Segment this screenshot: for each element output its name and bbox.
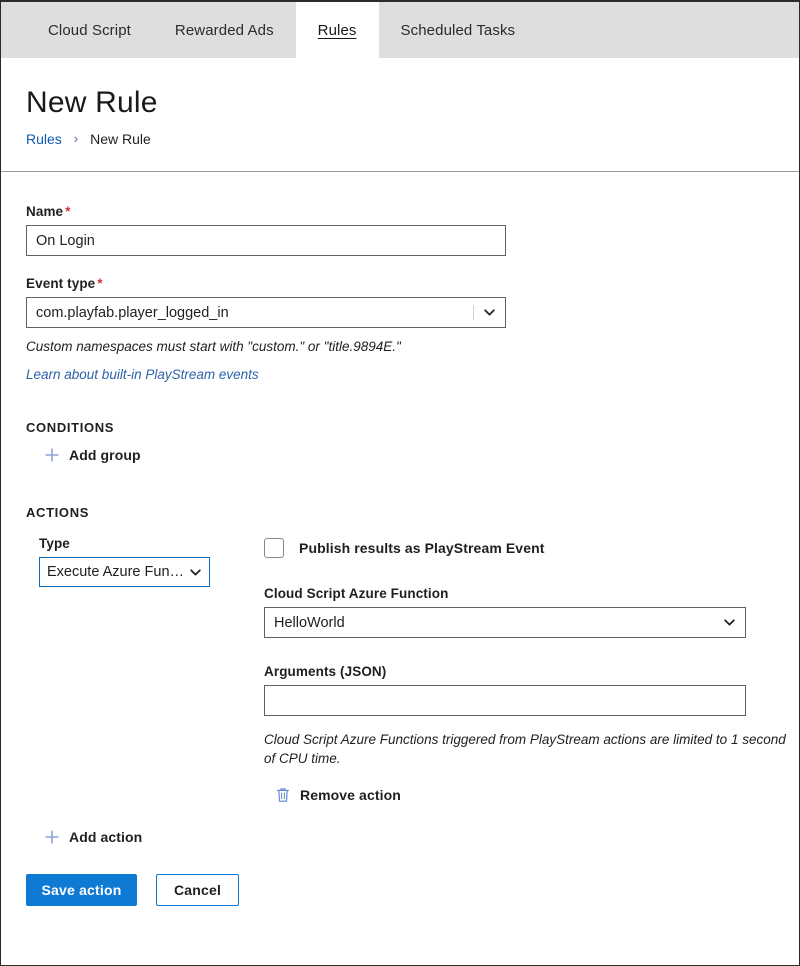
add-group-button[interactable]: Add group [44,447,774,463]
azure-function-select-box[interactable]: HelloWorld [264,607,746,638]
publish-results-checkbox[interactable] [264,538,284,558]
tab-label: Scheduled Tasks [401,22,516,39]
page-root: Cloud Script Rewarded Ads Rules Schedule… [0,0,800,966]
plus-icon [44,447,60,463]
event-type-label-text: Event type [26,276,95,291]
name-label: Name* [26,204,774,219]
tab-label: Rewarded Ads [175,22,274,39]
event-type-select-value: com.playfab.player_logged_in [36,305,473,321]
select-divider [473,305,474,320]
action-type-select-value: Execute Azure Function [47,564,189,580]
trash-icon [276,787,290,803]
tab-scheduled-tasks[interactable]: Scheduled Tasks [379,2,538,58]
publish-results-label: Publish results as PlayStream Event [299,540,545,556]
playstream-events-link[interactable]: Learn about built-in PlayStream events [26,365,259,384]
chevron-down-icon [723,616,736,629]
footer-buttons: Save action Cancel [26,874,774,906]
tab-label: Cloud Script [48,22,131,39]
action-type-label: Type [39,536,239,551]
azure-function-select-value: HelloWorld [274,615,723,631]
breadcrumb-link-rules[interactable]: Rules [26,130,62,148]
actions-heading: ACTIONS [26,505,774,520]
required-asterisk: * [97,276,102,291]
action-type-column: Type Execute Azure Function [26,536,239,588]
tab-cloud-script[interactable]: Cloud Script [26,2,153,58]
chevron-down-icon [483,306,496,319]
name-label-text: Name [26,204,63,219]
save-action-button[interactable]: Save action [26,874,137,906]
remove-action-button[interactable]: Remove action [276,787,794,803]
remove-action-label: Remove action [300,787,401,803]
arguments-input[interactable] [264,685,746,716]
tab-strip: Cloud Script Rewarded Ads Rules Schedule… [1,2,799,58]
breadcrumb-separator-icon: › [74,130,78,148]
event-type-select[interactable]: com.playfab.player_logged_in [26,297,506,328]
name-input[interactable] [26,225,506,256]
tab-rewarded-ads[interactable]: Rewarded Ads [153,2,296,58]
event-type-helper-text: Custom namespaces must start with "custo… [26,337,774,356]
action-block: Type Execute Azure Function Publish resu… [26,536,774,803]
azure-function-select[interactable]: HelloWorld [264,607,746,638]
action-type-select-box[interactable]: Execute Azure Function [39,557,210,587]
add-action-button[interactable]: Add action [44,829,774,845]
page-title: New Rule [26,84,774,122]
form-body: Name* Event type* com.playfab.player_log… [1,172,799,906]
cpu-time-note: Cloud Script Azure Functions triggered f… [264,730,794,768]
action-type-select[interactable]: Execute Azure Function [39,557,210,588]
arguments-label: Arguments (JSON) [264,664,794,679]
add-action-label: Add action [69,829,142,845]
conditions-heading: CONDITIONS [26,420,774,435]
plus-icon [44,829,60,845]
add-group-label: Add group [69,447,141,463]
cancel-button[interactable]: Cancel [156,874,239,906]
azure-function-label: Cloud Script Azure Function [264,586,794,601]
event-type-label: Event type* [26,276,774,291]
action-details-column: Publish results as PlayStream Event Clou… [239,536,794,803]
tab-label: Rules [318,22,357,39]
event-type-select-box[interactable]: com.playfab.player_logged_in [26,297,506,328]
required-asterisk: * [65,204,70,219]
breadcrumb-current: New Rule [90,130,151,148]
chevron-down-icon [189,566,202,579]
tab-rules[interactable]: Rules [296,2,379,58]
breadcrumb: Rules › New Rule [26,130,774,148]
title-block: New Rule Rules › New Rule [1,58,799,172]
publish-results-row: Publish results as PlayStream Event [264,536,794,560]
